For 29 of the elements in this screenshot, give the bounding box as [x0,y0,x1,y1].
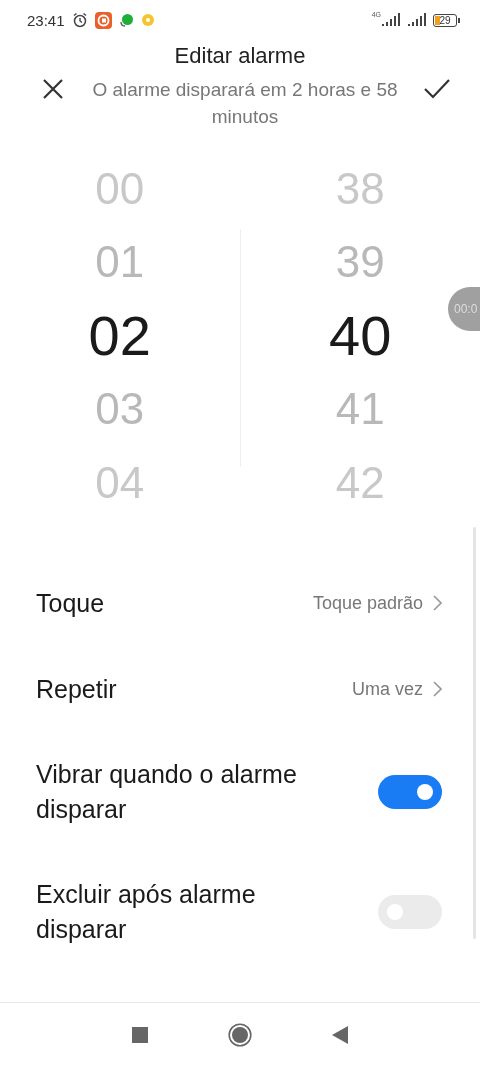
back-icon[interactable] [332,1025,348,1044]
battery-icon: 29 [433,13,460,27]
chat-notification-icon [118,12,134,28]
screen-title: Editar alarme [173,42,307,70]
chevron-right-icon [433,595,442,611]
signal-icon [407,13,427,27]
home-icon[interactable] [228,1022,252,1047]
minute-option[interactable]: 40 [329,299,392,373]
setting-value-link[interactable]: Toque padrão [312,592,442,614]
setting-label: Vibrar quando o alarme disparar [36,759,298,825]
toggle-switch[interactable] [378,775,442,809]
hour-option[interactable]: 02 [88,299,151,373]
minute-option[interactable]: 41 [335,372,385,446]
signal-icon [381,13,401,27]
setting-label: Toque [36,587,106,619]
floating-timer-bubble[interactable]: 00:0 [448,287,480,331]
hour-option[interactable]: 01 [95,225,145,299]
status-time: 23:41 [27,11,65,29]
setting-value-link[interactable]: Uma vez [352,678,442,700]
alarm-clock-icon [71,12,88,28]
coin-notification-icon [140,13,155,27]
recent-apps-icon[interactable] [132,1026,148,1043]
setting-label: Repetir [36,673,118,705]
minute-option[interactable]: 39 [335,225,385,299]
alarm-countdown: O alarme disparará em 2 horas e 58 minutos [91,78,399,129]
hour-option[interactable]: 03 [95,372,145,446]
app-notification-icon [94,11,112,29]
chevron-right-icon [433,681,442,697]
setting-label: Excluir após alarme disparar [36,879,257,945]
